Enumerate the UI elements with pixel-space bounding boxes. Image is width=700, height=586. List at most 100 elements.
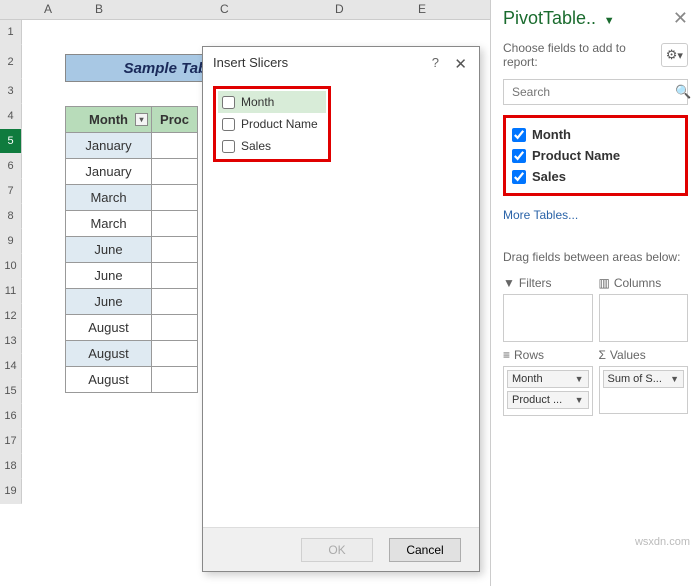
row-13[interactable]: 13: [0, 329, 22, 354]
chip-product[interactable]: Product ...▼: [507, 391, 589, 409]
column-headers: A B C D E: [0, 0, 490, 20]
dialog-title: Insert Slicers ? ✕: [203, 47, 479, 78]
ok-button[interactable]: OK: [301, 538, 373, 562]
filters-dropzone[interactable]: [503, 294, 593, 342]
row-10[interactable]: 10: [0, 254, 22, 279]
chevron-down-icon[interactable]: ▼: [575, 395, 584, 405]
drag-fields-label: Drag fields between areas below:: [503, 250, 688, 266]
area-columns: ▥Columns: [599, 276, 689, 342]
rows-dropzone[interactable]: Month▼ Product ...▼: [503, 366, 593, 416]
chevron-down-icon[interactable]: ▼: [670, 374, 679, 384]
search-box[interactable]: 🔍: [503, 79, 688, 105]
row-headers: 1 2 3 4 5 6 7 8 9 10 11 12 13 14 15 16 1…: [0, 20, 22, 504]
row-3[interactable]: 3: [0, 79, 22, 104]
area-label: Filters: [519, 276, 552, 290]
help-icon[interactable]: ?: [432, 55, 439, 70]
row-12[interactable]: 12: [0, 304, 22, 329]
field-sales[interactable]: Sales: [512, 166, 679, 187]
area-label: Values: [610, 348, 646, 362]
row-7[interactable]: 7: [0, 179, 22, 204]
row-6[interactable]: 6: [0, 154, 22, 179]
slicer-label: Product Name: [241, 117, 318, 131]
row-18[interactable]: 18: [0, 454, 22, 479]
slicer-item-month[interactable]: Month: [218, 91, 326, 113]
more-tables-link[interactable]: More Tables...: [503, 208, 688, 222]
slicer-label: Month: [241, 95, 274, 109]
chip-sum[interactable]: Sum of S...▼: [603, 370, 685, 388]
panel-subtitle: Choose fields to add to report:: [503, 41, 661, 69]
row-11[interactable]: 11: [0, 279, 22, 304]
table-row[interactable]: June: [66, 263, 152, 289]
data-table: Month ▾ Proc January January March March…: [65, 106, 198, 393]
table-row[interactable]: August: [66, 341, 152, 367]
header-product[interactable]: Proc: [152, 107, 198, 133]
dialog-buttons: OK Cancel: [203, 527, 479, 571]
values-icon: Σ: [599, 348, 606, 362]
search-icon[interactable]: 🔍: [675, 80, 691, 104]
row-2[interactable]: 2: [0, 45, 22, 79]
row-16[interactable]: 16: [0, 404, 22, 429]
area-label: Columns: [614, 276, 661, 290]
col-A[interactable]: A: [38, 2, 58, 16]
row-15[interactable]: 15: [0, 379, 22, 404]
row-8[interactable]: 8: [0, 204, 22, 229]
col-B[interactable]: B: [95, 2, 103, 16]
slicer-checkbox-sales[interactable]: [222, 140, 235, 153]
field-product-name[interactable]: Product Name: [512, 145, 679, 166]
row-14[interactable]: 14: [0, 354, 22, 379]
dialog-title-text: Insert Slicers: [213, 55, 288, 70]
row-4[interactable]: 4: [0, 104, 22, 129]
field-label: Sales: [532, 169, 566, 184]
header-month-label: Month: [89, 112, 128, 127]
dropdown-icon[interactable]: ▾: [135, 113, 148, 126]
row-19[interactable]: 19: [0, 479, 22, 504]
field-checkbox[interactable]: [512, 170, 526, 184]
slicer-checkbox-product[interactable]: [222, 118, 235, 131]
slicer-item-sales[interactable]: Sales: [218, 135, 326, 157]
row-1[interactable]: 1: [0, 20, 22, 45]
field-checkbox[interactable]: [512, 128, 526, 142]
table-row[interactable]: June: [66, 237, 152, 263]
table-row[interactable]: March: [66, 211, 152, 237]
row-9[interactable]: 9: [0, 229, 22, 254]
insert-slicers-dialog: Insert Slicers ? ✕ Month Product Name Sa…: [202, 46, 480, 572]
col-D[interactable]: D: [335, 2, 344, 16]
table-row[interactable]: March: [66, 185, 152, 211]
table-row[interactable]: August: [66, 367, 152, 393]
watermark: wsxdn.com: [635, 536, 690, 548]
panel-close-icon[interactable]: ✕: [673, 8, 688, 29]
slicer-item-product-name[interactable]: Product Name: [218, 113, 326, 135]
table-row[interactable]: January: [66, 133, 152, 159]
chip-month[interactable]: Month▼: [507, 370, 589, 388]
values-dropzone[interactable]: Sum of S...▼: [599, 366, 689, 414]
filter-icon: ▼: [503, 276, 515, 290]
row-17[interactable]: 17: [0, 429, 22, 454]
gear-icon[interactable]: ⚙▾: [661, 43, 688, 67]
area-values: Σ Values Sum of S...▼: [599, 348, 689, 416]
panel-menu-icon[interactable]: ▼: [604, 15, 615, 27]
field-checkbox[interactable]: [512, 149, 526, 163]
field-month[interactable]: Month: [512, 124, 679, 145]
search-input[interactable]: [504, 80, 675, 104]
chevron-down-icon[interactable]: ▼: [575, 374, 584, 384]
col-C[interactable]: C: [220, 2, 229, 16]
table-row[interactable]: January: [66, 159, 152, 185]
field-label: Month: [532, 127, 571, 142]
slicer-field-list: Month Product Name Sales: [213, 86, 331, 162]
header-month[interactable]: Month ▾: [66, 107, 152, 133]
cancel-button[interactable]: Cancel: [389, 538, 461, 562]
field-label: Product Name: [532, 148, 620, 163]
slicer-label: Sales: [241, 139, 271, 153]
panel-title: PivotTable..: [503, 8, 596, 28]
close-icon[interactable]: ✕: [454, 55, 467, 73]
field-list: Month Product Name Sales: [503, 115, 688, 196]
row-5[interactable]: 5: [0, 129, 22, 154]
col-E[interactable]: E: [418, 2, 426, 16]
slicer-checkbox-month[interactable]: [222, 96, 235, 109]
columns-dropzone[interactable]: [599, 294, 689, 342]
area-rows: ≡Rows Month▼ Product ...▼: [503, 348, 593, 416]
rows-icon: ≡: [503, 348, 510, 362]
table-row[interactable]: June: [66, 289, 152, 315]
area-filters: ▼ Filters: [503, 276, 593, 342]
table-row[interactable]: August: [66, 315, 152, 341]
